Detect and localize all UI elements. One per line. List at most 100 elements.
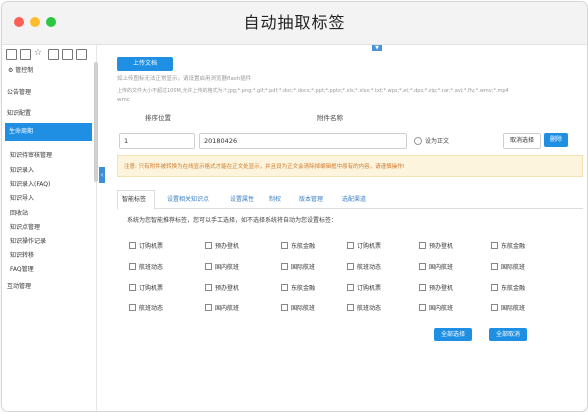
tab-channels[interactable]: 选配渠道 [342,194,366,203]
tag-checkbox[interactable]: 订购机票 [347,241,381,250]
cancel-all-button[interactable]: 全部取消 [489,328,527,341]
tag-checkbox[interactable]: 预办登机 [419,283,453,292]
checkbox[interactable] [491,242,498,249]
sidebar-item-interaction[interactable]: 互动管理 [7,281,99,290]
checkbox[interactable] [419,284,426,291]
checkbox[interactable] [419,304,426,311]
checkbox[interactable] [347,242,354,249]
tag-checkbox[interactable]: 东航金融 [491,283,525,292]
checkbox[interactable] [347,263,354,270]
tag-checkbox[interactable]: 国际航班 [491,303,525,312]
sidebar: ☆ ⚙ 管控制 公告管理 知识配置 生命周期 知识待审核管理 知识录入 知识录入… [2,45,97,411]
tab-permissions[interactable]: 制权 [269,194,281,203]
tag-checkbox[interactable]: 订购机票 [129,283,163,292]
tab-related-knowledge[interactable]: 设置相关知识点 [167,194,209,203]
external-link-icon[interactable] [62,49,73,60]
sidebar-subitem-import[interactable]: 知识导入 [10,193,34,202]
tag-checkbox[interactable]: 东航金融 [491,241,525,250]
tag-checkbox[interactable]: 国际航班 [281,303,315,312]
upload-document-button[interactable]: 上传文档 [117,57,173,71]
checkbox[interactable] [129,263,136,270]
sidebar-subitem-knowledge-points[interactable]: 知识点管理 [10,222,40,231]
export-icon[interactable] [76,49,87,60]
checkbox[interactable] [347,304,354,311]
upload-hint-formats-cont: wmc [117,97,130,103]
edit-icon[interactable] [20,49,31,60]
tag-checkbox[interactable]: 航班动态 [129,262,163,271]
delete-button[interactable]: 删除 [544,133,568,147]
checkbox[interactable] [205,263,212,270]
checkbox[interactable] [491,304,498,311]
tag-checkbox[interactable]: 国际航班 [491,262,525,271]
checkbox[interactable] [491,284,498,291]
warning-notice: 注意: 只有附件被转换为在线显示格式才能在正文处显示，并且设为正文会清除掉编辑框… [117,155,583,177]
tag-checkbox[interactable]: 东航金融 [281,241,315,250]
tag-checkbox[interactable]: 国内航班 [419,262,453,271]
tag-checkbox[interactable]: 航班动态 [347,262,381,271]
window-title: 自动抽取标签 [243,13,346,32]
checkbox[interactable] [281,263,288,270]
document-icon[interactable] [48,49,59,60]
set-as-body-label: 设为正文 [425,138,450,145]
collapse-sidebar-button[interactable]: ‹ [99,167,105,183]
sidebar-subitem-recycle-bin[interactable]: 回收站 [10,208,28,217]
set-as-body-radio[interactable] [414,137,422,145]
checkbox[interactable] [129,304,136,311]
file-icon[interactable] [6,49,17,60]
tag-checkbox[interactable]: 航班动态 [129,303,163,312]
select-all-button[interactable]: 全部选择 [434,328,472,341]
checkbox[interactable] [205,242,212,249]
checkbox[interactable] [281,284,288,291]
column-order: 排序位置 [145,114,171,122]
tag-checkbox[interactable]: 航班动态 [347,303,381,312]
checkbox[interactable] [347,284,354,291]
title-bar: 自动抽取标签 [2,2,587,45]
tag-checkbox[interactable]: 国内航班 [205,303,239,312]
sidebar-subitem-faq[interactable]: FAQ管理 [10,264,34,273]
star-icon[interactable]: ☆ [34,49,43,58]
tag-checkbox[interactable]: 预办登机 [419,241,453,250]
checkbox[interactable] [419,242,426,249]
order-input[interactable]: 1 [119,133,195,149]
tab-smart-tags[interactable]: 智能标签 [122,194,146,203]
sidebar-scrollbar[interactable] [94,62,98,182]
upload-hint-flash: 如上传图标无法正常显示，请设置启用浏览器flash插件 [117,76,252,82]
cancel-selection-button[interactable]: 取消选择 [503,133,541,149]
tag-checkbox[interactable]: 国内航班 [205,262,239,271]
checkbox[interactable] [419,263,426,270]
tag-section-description: 系统为您智能推荐标签，您可以手工选择，如不选择系统将自动为您设置标签： [127,217,338,224]
tag-checkbox[interactable]: 国际航班 [281,262,315,271]
sidebar-subitem-entry-faq[interactable]: 知识录入(FAQ) [10,179,50,188]
main-content: ▼ 上传文档 如上传图标无法正常显示，请设置启用浏览器flash插件 上传的文件… [107,45,585,411]
sidebar-subitem-operation-log[interactable]: 知识操作记录 [10,236,46,245]
tag-checkbox[interactable]: 预办登机 [205,283,239,292]
checkbox[interactable] [205,284,212,291]
tag-checkbox[interactable]: 东航金融 [281,283,315,292]
chevron-down-icon[interactable]: ▼ [372,45,382,51]
checkbox[interactable] [129,284,136,291]
attachment-name-input[interactable]: 20180426 [199,133,407,149]
checkbox[interactable] [281,304,288,311]
tab-version-management[interactable]: 版本管理 [299,194,323,203]
sidebar-item-announcements[interactable]: 公告管理 [7,87,99,96]
tag-checkbox[interactable]: 预办登机 [205,241,239,250]
sidebar-subitem-entry[interactable]: 知识录入 [10,165,34,174]
checkbox[interactable] [281,242,288,249]
sidebar-item-lifecycle[interactable]: 生命周期 [5,123,92,141]
sidebar-item-knowledge-config[interactable]: 知识配置 [7,108,99,117]
checkbox[interactable] [205,304,212,311]
checkbox[interactable] [129,242,136,249]
column-attachment-name: 附件名称 [317,114,343,122]
upload-hint-formats: 上传的文件大小不超过100M,允许上传的格式为:*.jpg;*.png;*.gi… [117,88,509,94]
tag-checkbox[interactable]: 订购机票 [347,283,381,292]
chevron-left-icon: ‹ [100,171,104,179]
tag-checkbox[interactable]: 国内航班 [419,303,453,312]
tab-attributes[interactable]: 设置属性 [230,194,254,203]
tag-checkbox[interactable]: 订购机票 [129,241,163,250]
sidebar-item-control[interactable]: ⚙ 管控制 [8,65,100,74]
sidebar-subitem-review[interactable]: 知识待审核管理 [10,150,52,159]
app-window: 自动抽取标签 ☆ ⚙ 管控制 公告管理 知识配置 生命周期 知识待审核管理 知识… [1,1,588,412]
tab-bar: 智能标签 设置相关知识点 设置属性 制权 版本管理 选配渠道 [117,190,583,210]
sidebar-subitem-transfer[interactable]: 知识转移 [10,250,34,259]
checkbox[interactable] [491,263,498,270]
